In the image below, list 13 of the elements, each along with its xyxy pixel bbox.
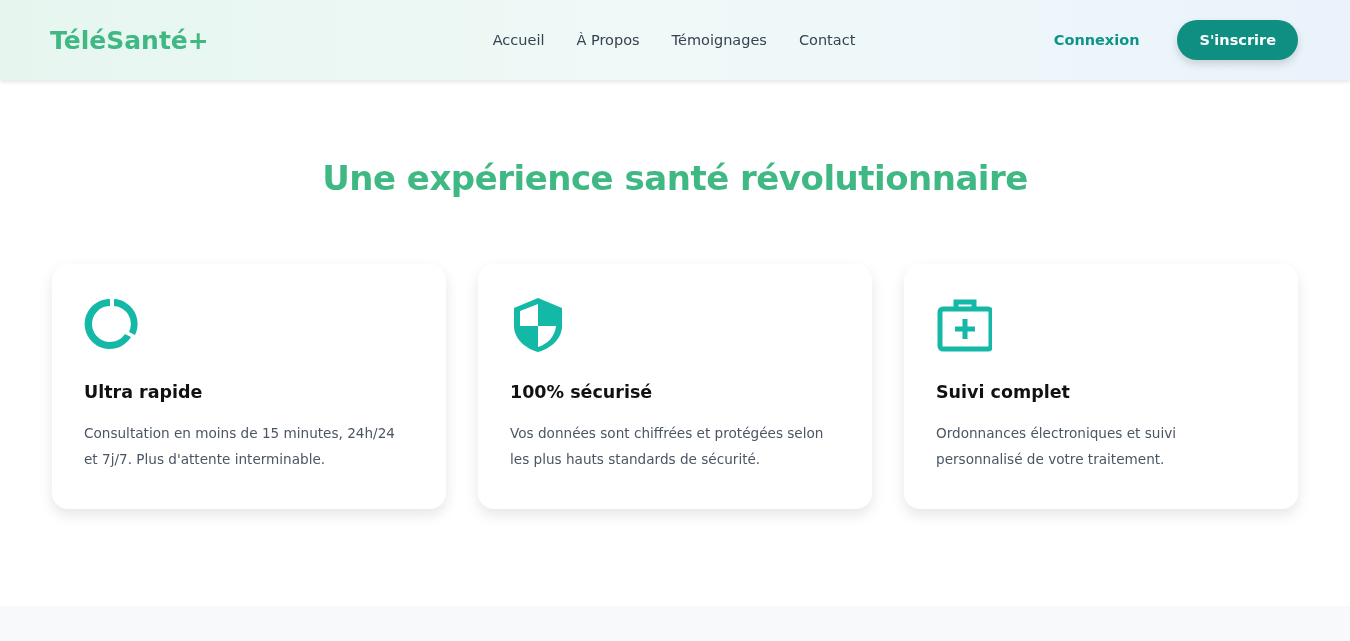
nav-link[interactable]: À Propos (576, 32, 640, 48)
card-title: Ultra rapide (84, 382, 203, 402)
card-description: Vos données sont chiffrées et protégées selon les plus hauts standards de sécurité. (510, 424, 825, 469)
card-title: Suivi complet (936, 382, 1070, 402)
nav-link[interactable]: Témoignages (671, 32, 767, 48)
section-title: Une expérience santé révolutionnaire (322, 158, 1028, 198)
nav-link[interactable]: Accueil (492, 32, 545, 48)
card-description: Ordonnances électroniques et suivi personnalisé de votre traitement. (936, 424, 1178, 469)
nav-link[interactable]: Contact (798, 32, 856, 48)
card-description: Consultation en moins de 15 minutes, 24h/24 et 7j/7. Plus d'attente interminable. (84, 424, 396, 469)
signup-button[interactable]: S'inscrire (1177, 20, 1298, 60)
card-title: 100% sécurisé (510, 382, 653, 402)
gauge-icon (84, 296, 140, 352)
